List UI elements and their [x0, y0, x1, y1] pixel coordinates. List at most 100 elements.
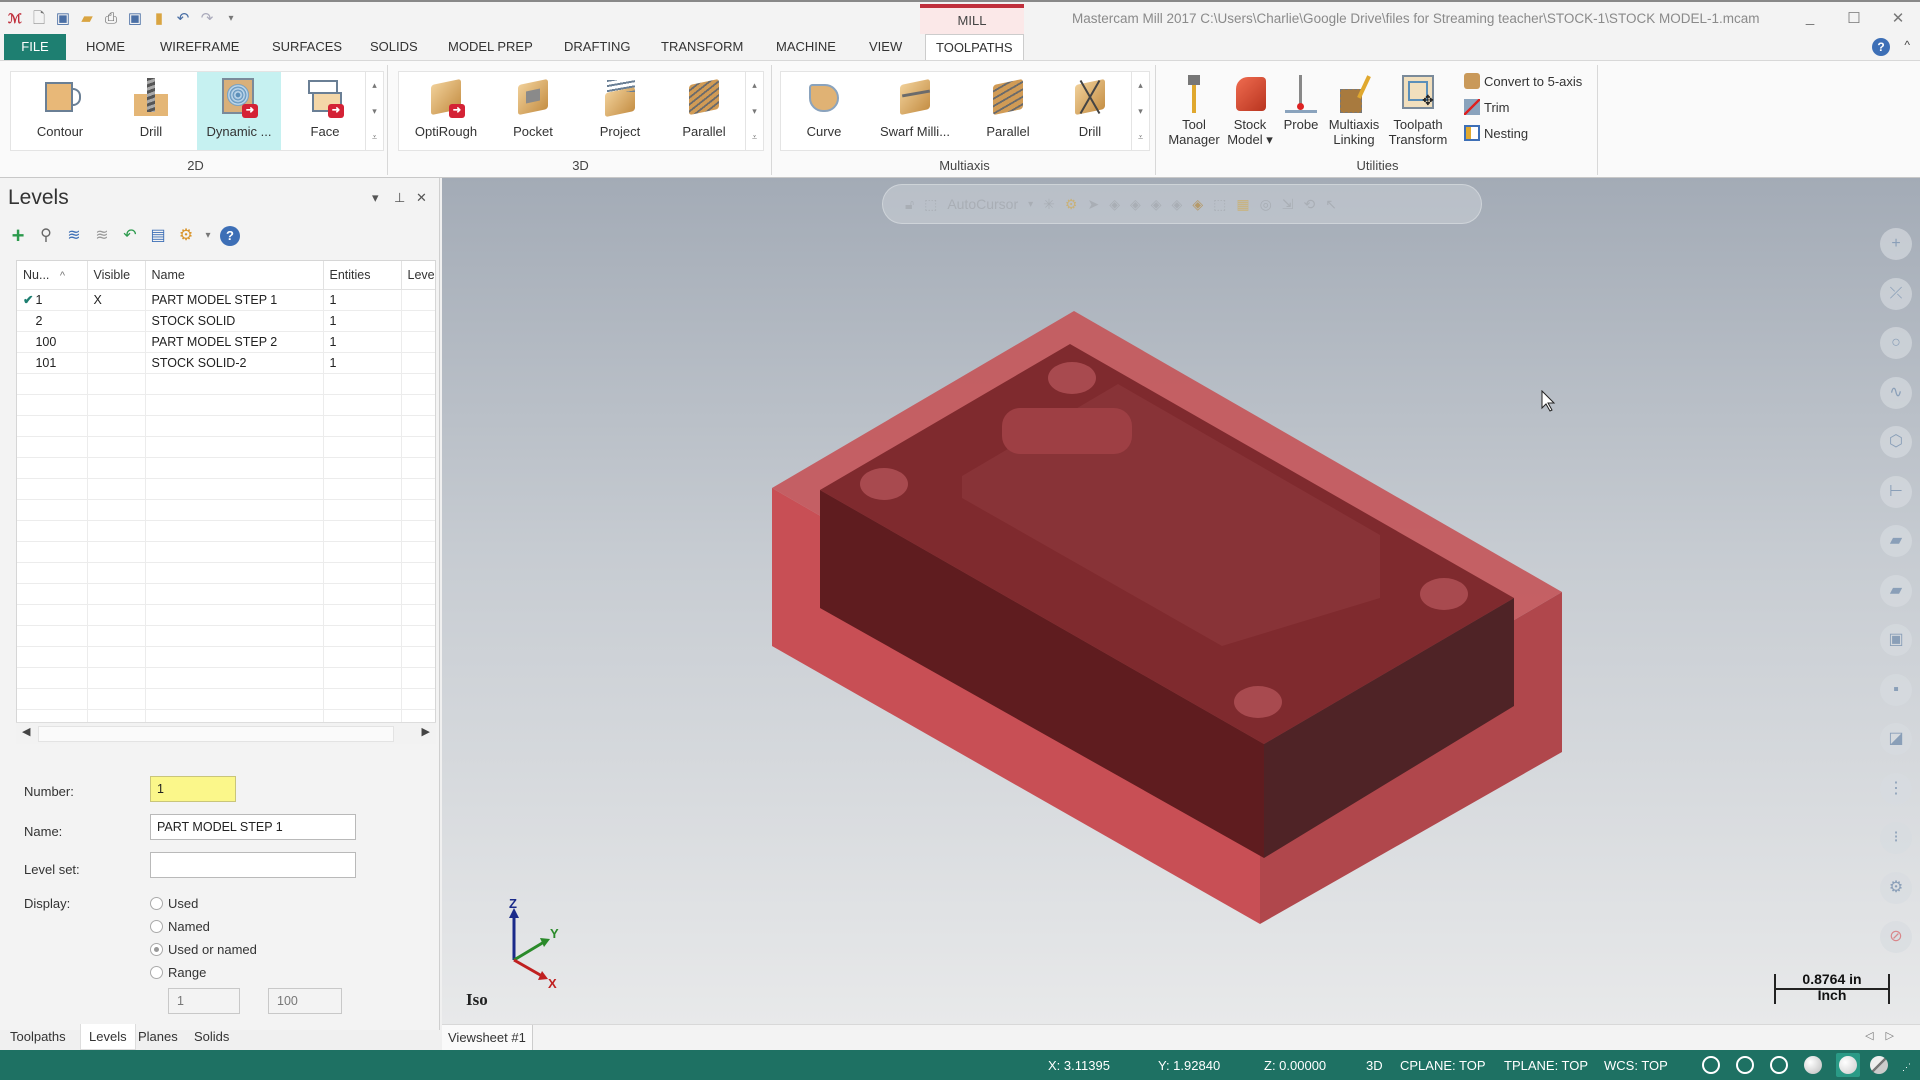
- drill-2d-button[interactable]: Drill: [111, 72, 191, 150]
- level-visible[interactable]: [87, 352, 146, 374]
- shaded-edges-icon[interactable]: [1839, 1056, 1857, 1074]
- tab-solids-manager[interactable]: Solids: [186, 1024, 237, 1050]
- surface-icon[interactable]: ▰: [1880, 525, 1912, 557]
- level-row[interactable]: ✔ 1 X PART MODEL STEP 11: [17, 289, 435, 311]
- undo-icon[interactable]: ↶: [174, 10, 192, 28]
- line-icon[interactable]: ⤫: [1880, 277, 1912, 310]
- col-entities[interactable]: Entities: [323, 261, 402, 290]
- settings-dropdown-icon[interactable]: ▾: [204, 226, 212, 246]
- swarf-milling-button[interactable]: Swarf Milli...: [867, 72, 963, 150]
- display-used-radio[interactable]: Used: [150, 896, 198, 911]
- help-icon[interactable]: ?: [1872, 38, 1890, 56]
- viewsheet-tab[interactable]: Viewsheet #1: [442, 1025, 533, 1050]
- tab-drafting[interactable]: DRAFTING: [554, 34, 640, 60]
- save-icon[interactable]: ▣: [54, 10, 72, 28]
- grid-icon[interactable]: ⁝: [1880, 822, 1912, 854]
- tab-planes-manager[interactable]: Planes: [130, 1024, 186, 1050]
- point-icon[interactable]: +: [1880, 228, 1912, 260]
- spline-icon[interactable]: ∿: [1880, 376, 1912, 409]
- circle-icon[interactable]: ○: [1880, 327, 1912, 359]
- drill-multiaxis-button[interactable]: Drill: [1053, 72, 1127, 150]
- pin-icon[interactable]: ⊥: [394, 190, 405, 206]
- multiaxis-linking-button[interactable]: Multiaxis Linking: [1324, 75, 1384, 147]
- hide-icon[interactable]: ≋: [92, 226, 112, 246]
- col-number[interactable]: Nu... ^: [17, 261, 88, 290]
- save-as-icon[interactable]: ▣: [126, 10, 144, 28]
- redo-icon[interactable]: ↷: [198, 10, 216, 28]
- col-visible[interactable]: Visible: [87, 261, 146, 290]
- face-button[interactable]: ➜ Face: [289, 72, 361, 150]
- add-level-icon[interactable]: +: [8, 225, 28, 247]
- make-visible-icon[interactable]: ≋: [64, 226, 84, 246]
- 2d-gallery-scroller[interactable]: ▴ ▾ ⩡: [365, 72, 383, 150]
- scroll-left-icon[interactable]: ◀: [22, 725, 30, 738]
- level-visible[interactable]: X: [87, 289, 146, 311]
- print-icon[interactable]: ⎙: [102, 10, 120, 28]
- level-row[interactable]: ✔101 STOCK SOLID-21: [17, 352, 435, 374]
- col-level[interactable]: Level: [401, 261, 435, 290]
- project-button[interactable]: Project: [579, 72, 661, 150]
- find-icon[interactable]: ⚲: [36, 226, 56, 246]
- cube-icon[interactable]: ⬡: [1880, 426, 1912, 458]
- shaded-wire-icon[interactable]: [1770, 1056, 1788, 1074]
- dimension-mode[interactable]: 3D: [1366, 1058, 1383, 1073]
- open-icon[interactable]: ▰: [78, 10, 96, 28]
- curve-button[interactable]: Curve: [787, 72, 861, 150]
- wcs-status[interactable]: WCS: TOP: [1604, 1058, 1668, 1073]
- dimension-icon[interactable]: ⊢: [1880, 475, 1912, 508]
- trim-button[interactable]: Trim: [1464, 99, 1510, 115]
- levels-list-icon[interactable]: ⋮: [1880, 772, 1912, 805]
- parallel-3d-button[interactable]: Parallel: [667, 72, 741, 150]
- tab-wireframe[interactable]: WIREFRAME: [150, 34, 249, 60]
- tplane-status[interactable]: TPLANE: TOP: [1504, 1058, 1588, 1073]
- tab-model-prep[interactable]: MODEL PREP: [438, 34, 543, 60]
- merge-icon[interactable]: ▮: [150, 10, 168, 28]
- help-icon[interactable]: ?: [220, 226, 240, 246]
- nesting-button[interactable]: Nesting: [1464, 125, 1528, 141]
- dynamic-mill-button[interactable]: ➜ Dynamic ...: [197, 72, 281, 150]
- horizontal-scrollbar[interactable]: ◀ ▶: [16, 722, 436, 744]
- number-field[interactable]: 1: [150, 776, 236, 802]
- scroll-thumb[interactable]: [38, 726, 394, 742]
- probe-button[interactable]: Probe: [1280, 75, 1322, 132]
- box-solid-icon[interactable]: ▪: [1880, 673, 1912, 706]
- level-set-field[interactable]: [150, 852, 356, 878]
- tab-view[interactable]: VIEW: [859, 34, 912, 60]
- tool-manager-button[interactable]: Tool Manager: [1168, 75, 1220, 147]
- customize-qat-icon[interactable]: ▾: [222, 10, 240, 28]
- close-button[interactable]: ✕: [1888, 9, 1908, 27]
- maximize-button[interactable]: ☐: [1844, 9, 1864, 27]
- toolpath-transform-button[interactable]: ✥ Toolpath Transform: [1386, 75, 1450, 147]
- cplane-status[interactable]: CPLANE: TOP: [1400, 1058, 1486, 1073]
- display-range-radio[interactable]: Range: [150, 965, 206, 980]
- wireframe-display-icon[interactable]: [1702, 1056, 1720, 1074]
- collapse-ribbon-icon[interactable]: ^: [1904, 38, 1910, 52]
- z-coordinate[interactable]: Z: 0.00000: [1264, 1058, 1326, 1073]
- graphics-viewport[interactable]: 🔓︎ ⬚ AutoCursor ▾ ✳ ⚙ ➤ ◈ ◈ ◈ ◈ ◈ ⬚ ▦ ◎ …: [442, 178, 1920, 1024]
- tab-levels-manager[interactable]: Levels: [80, 1024, 136, 1050]
- level-visible[interactable]: [87, 331, 146, 353]
- undo-icon[interactable]: ↶: [120, 226, 140, 246]
- app-logo-icon[interactable]: ℳ: [6, 10, 24, 28]
- tab-transform[interactable]: TRANSFORM: [651, 34, 753, 60]
- tab-machine[interactable]: MACHINE: [766, 34, 846, 60]
- col-name[interactable]: Name: [145, 261, 324, 290]
- range-from-field[interactable]: 1: [168, 988, 240, 1014]
- translucency-icon[interactable]: [1870, 1056, 1888, 1074]
- gear-icon[interactable]: ⚙: [1880, 871, 1912, 904]
- tab-solids[interactable]: SOLIDS: [360, 34, 428, 60]
- tab-surfaces[interactable]: SURFACES: [262, 34, 352, 60]
- level-row[interactable]: ✔100 PART MODEL STEP 21: [17, 331, 435, 353]
- stock-model-button[interactable]: Stock Model ▾: [1224, 75, 1276, 147]
- tab-toolpaths-manager[interactable]: Toolpaths: [2, 1024, 74, 1050]
- display-used-or-named-radio[interactable]: Used or named: [150, 942, 257, 957]
- close-panel-icon[interactable]: ✕: [416, 190, 427, 206]
- surface-alt-icon[interactable]: ▰: [1880, 574, 1912, 607]
- display-named-radio[interactable]: Named: [150, 919, 210, 934]
- settings-icon[interactable]: ⚙: [176, 226, 196, 246]
- hidden-line-icon[interactable]: [1736, 1056, 1754, 1074]
- optirough-button[interactable]: ➜ OptiRough: [405, 72, 487, 150]
- panel-dropdown-icon[interactable]: ▾: [372, 190, 379, 206]
- level-row[interactable]: ✔2 STOCK SOLID1: [17, 310, 435, 332]
- scroll-right-icon[interactable]: ▶: [422, 725, 430, 738]
